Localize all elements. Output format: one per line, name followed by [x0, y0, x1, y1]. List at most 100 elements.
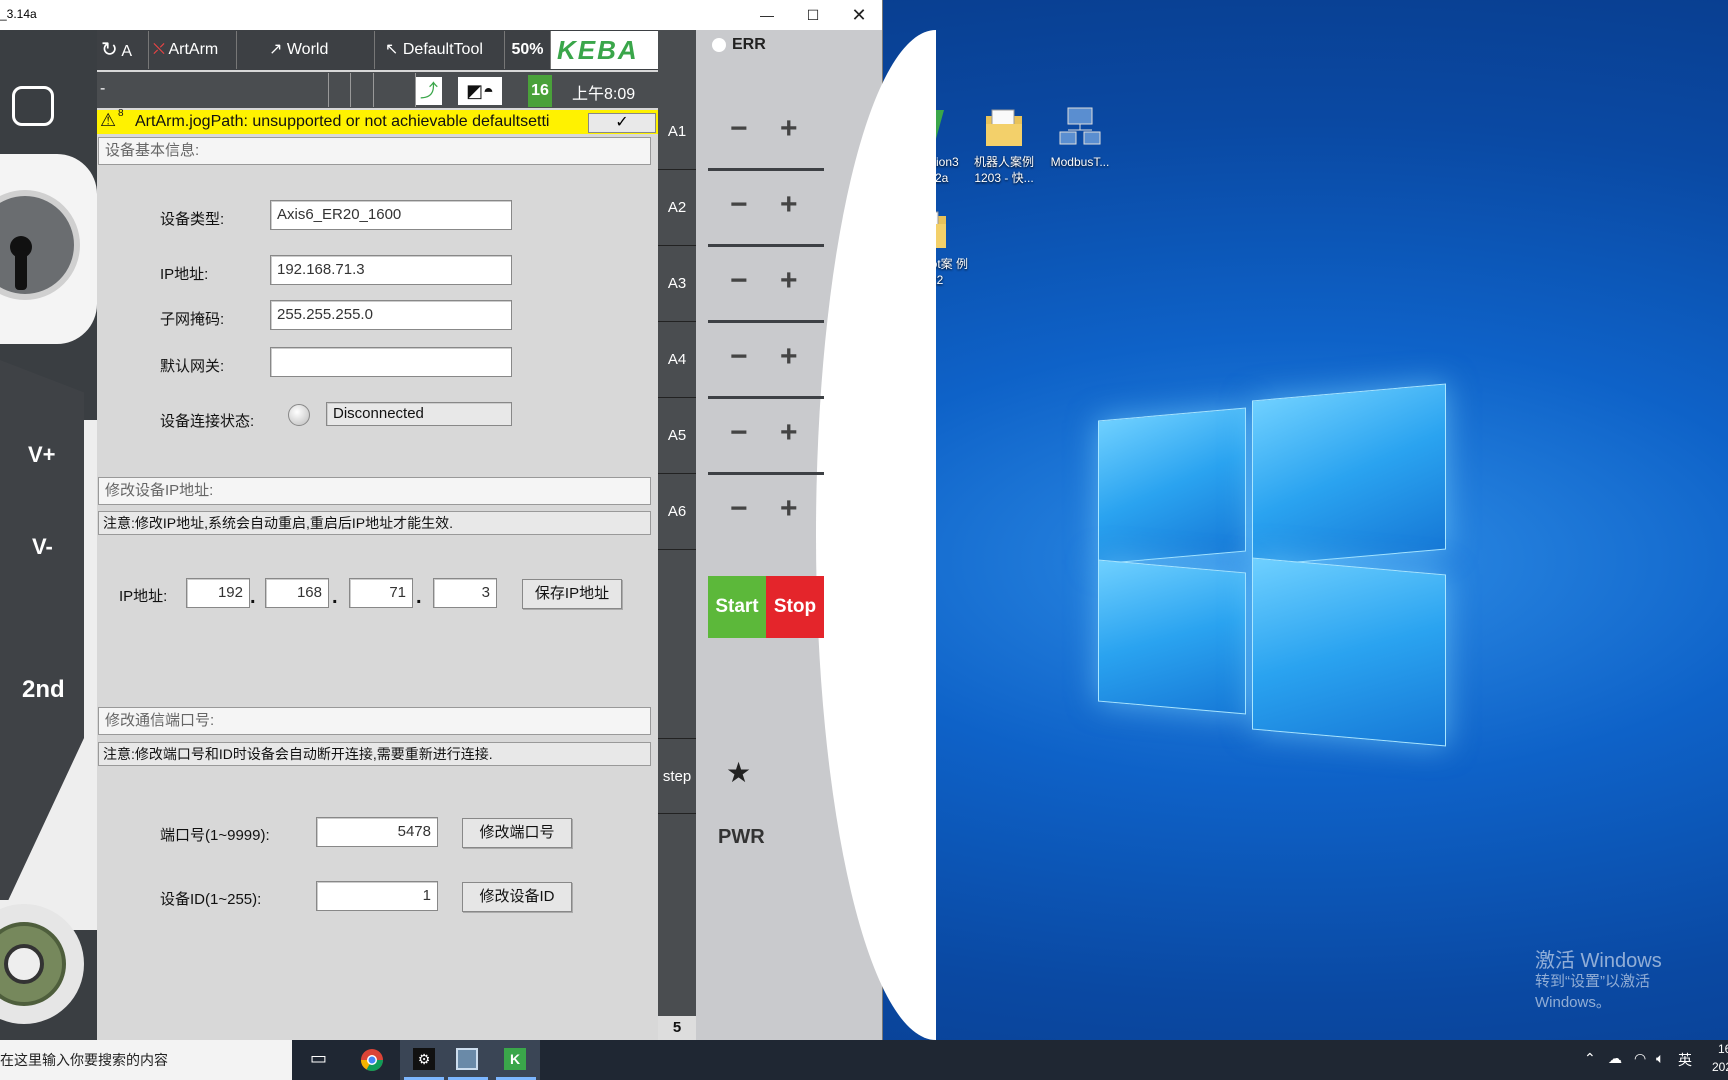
device-id-label: 设备ID(1~255): [160, 891, 262, 908]
ip-octet-1[interactable]: 192 [186, 578, 250, 608]
override-percent[interactable]: 50% [505, 31, 551, 69]
desktop-icon-robot-case[interactable]: 机器人案例 1203 - 快... [964, 106, 1044, 186]
robot-arm-icon: ⛌ [153, 41, 165, 58]
a2-minus-button[interactable]: − [730, 188, 748, 222]
mode-selector[interactable]: ↻ A [97, 31, 149, 69]
a3-plus-button[interactable]: + [780, 264, 798, 298]
jog-separator [708, 472, 824, 475]
axis-a1[interactable]: A1 [658, 94, 696, 170]
tray-clock-date[interactable]: 202 [1712, 1060, 1728, 1074]
connection-status-label: 设备连接状态: [160, 413, 255, 430]
taskbar-grid-app[interactable] [444, 1040, 492, 1080]
start-button[interactable]: Start [708, 576, 766, 638]
desktop-icon-modbus[interactable]: ModbusT... [1040, 106, 1120, 170]
ip-dot: . [332, 586, 338, 608]
task-view-button[interactable]: ▭ [296, 1040, 344, 1080]
axis-a6[interactable]: A6 [658, 474, 696, 550]
windows-logo-pane [1252, 383, 1446, 567]
a6-plus-button[interactable]: + [780, 492, 798, 526]
a6-minus-button[interactable]: − [730, 492, 748, 526]
a4-minus-button[interactable]: − [730, 340, 748, 374]
tool-label: DefaultTool [402, 41, 483, 58]
frame-axis-icon: ↗ [269, 41, 283, 58]
device-ip-field[interactable]: 192.168.71.3 [270, 255, 512, 285]
device-id-field[interactable]: 1 [316, 881, 438, 911]
a3-minus-button[interactable]: − [730, 264, 748, 298]
tray-expand-icon[interactable]: ⌃ [1584, 1050, 1596, 1067]
subnet-mask-field[interactable]: 255.255.255.0 [270, 300, 512, 330]
info-dash: - [100, 80, 106, 97]
tray-volume-icon[interactable]: 🔈︎ [1656, 1050, 1664, 1067]
frame-label: World [286, 41, 329, 58]
jog-separator [708, 396, 824, 399]
desktop-icon-label: 机器人案例 1203 - 快... [973, 155, 1034, 185]
window-title: _3.14a [0, 7, 37, 21]
a2-plus-button[interactable]: + [780, 188, 798, 222]
a1-plus-button[interactable]: + [780, 112, 798, 146]
mode-rotate-icon: ↻ [101, 39, 118, 61]
axis-a3[interactable]: A3 [658, 246, 696, 322]
device-ip-label: IP地址: [160, 266, 209, 283]
ip-octet-3[interactable]: 71 [349, 578, 413, 608]
emergency-stop-center [4, 944, 44, 984]
activate-windows-subtitle: 转到“设置”以激活 Windows。 [1535, 973, 1650, 1011]
grid-app-icon [456, 1048, 478, 1070]
mode-label: A [121, 43, 132, 60]
warning-acknowledge-button[interactable]: ✓ [588, 113, 656, 133]
subnet-mask-label: 子网掩码: [160, 311, 225, 328]
taskbar-robot-app[interactable]: ⚙ [400, 1040, 448, 1080]
star-key-icon[interactable]: ★ [726, 756, 751, 789]
ip-octet-2[interactable]: 168 [265, 578, 329, 608]
axis-a4[interactable]: A4 [658, 322, 696, 398]
pendant-right-body [696, 30, 936, 1040]
taskbar-search-box[interactable]: 在这里输入你要搜索的内容 [0, 1040, 292, 1080]
a5-plus-button[interactable]: + [780, 416, 798, 450]
taskbar-chrome[interactable] [348, 1040, 396, 1080]
step-key[interactable]: step [658, 738, 696, 814]
second-key[interactable]: 2nd [22, 676, 65, 704]
vplus-key[interactable]: V+ [28, 442, 56, 468]
pendant-right-curve [816, 30, 936, 1040]
ip-dot: . [250, 586, 256, 608]
frame-selector[interactable]: ↗ World [237, 31, 375, 69]
save-ip-button[interactable]: 保存IP地址 [522, 579, 622, 609]
a5-minus-button[interactable]: − [730, 416, 748, 450]
tray-ime-indicator[interactable]: 英 [1678, 1050, 1692, 1070]
vminus-key[interactable]: V- [32, 534, 53, 560]
error-label: ERR [732, 36, 766, 53]
desktop-icon-label: ModbusT... [1050, 155, 1110, 169]
taskbar-kemotion-app[interactable]: K [492, 1040, 540, 1080]
jog-separator [708, 168, 824, 171]
tray-clock-time[interactable]: 16 [1718, 1042, 1728, 1056]
stop-button[interactable]: Stop [766, 576, 824, 638]
warning-triangle-icon: ⚠ [100, 110, 117, 130]
connection-status-field: Disconnected [326, 402, 512, 426]
a4-plus-button[interactable]: + [780, 340, 798, 374]
windows-logo-pane [1098, 559, 1246, 715]
gateway-field[interactable] [270, 347, 512, 377]
tray-network-off-icon[interactable]: ☁ [1608, 1050, 1622, 1067]
power-label: PWR [718, 826, 765, 848]
change-ip-header: 修改设备IP地址: [98, 477, 651, 505]
port-field[interactable]: 5478 [316, 817, 438, 847]
change-port-button[interactable]: 修改端口号 [462, 818, 572, 848]
ip-octet-4[interactable]: 3 [433, 578, 497, 608]
robot-selector[interactable]: ⛌ ArtArm [149, 31, 237, 69]
axis-a5[interactable]: A5 [658, 398, 696, 474]
maximize-button[interactable]: ☐ [790, 0, 836, 30]
minimize-button[interactable]: — [744, 0, 790, 30]
key-slot-stem [15, 250, 27, 290]
gateway-label: 默认网关: [160, 358, 225, 375]
change-port-header: 修改通信端口号: [98, 707, 651, 735]
close-button[interactable]: ✕ [836, 0, 882, 30]
device-type-field[interactable]: Axis6_ER20_1600 [270, 200, 512, 230]
tray-wifi-icon[interactable]: ◠ [1634, 1050, 1646, 1067]
robot-label: ArtArm [168, 41, 219, 58]
change-device-id-button[interactable]: 修改设备ID [462, 882, 572, 912]
keba-logo: KEBA [551, 31, 658, 69]
home-square-button[interactable] [12, 86, 54, 126]
a1-minus-button[interactable]: − [730, 112, 748, 146]
tool-selector[interactable]: ↖ DefaultTool [375, 31, 505, 69]
axis-a2[interactable]: A2 [658, 170, 696, 246]
device-type-label: 设备类型: [160, 211, 225, 228]
